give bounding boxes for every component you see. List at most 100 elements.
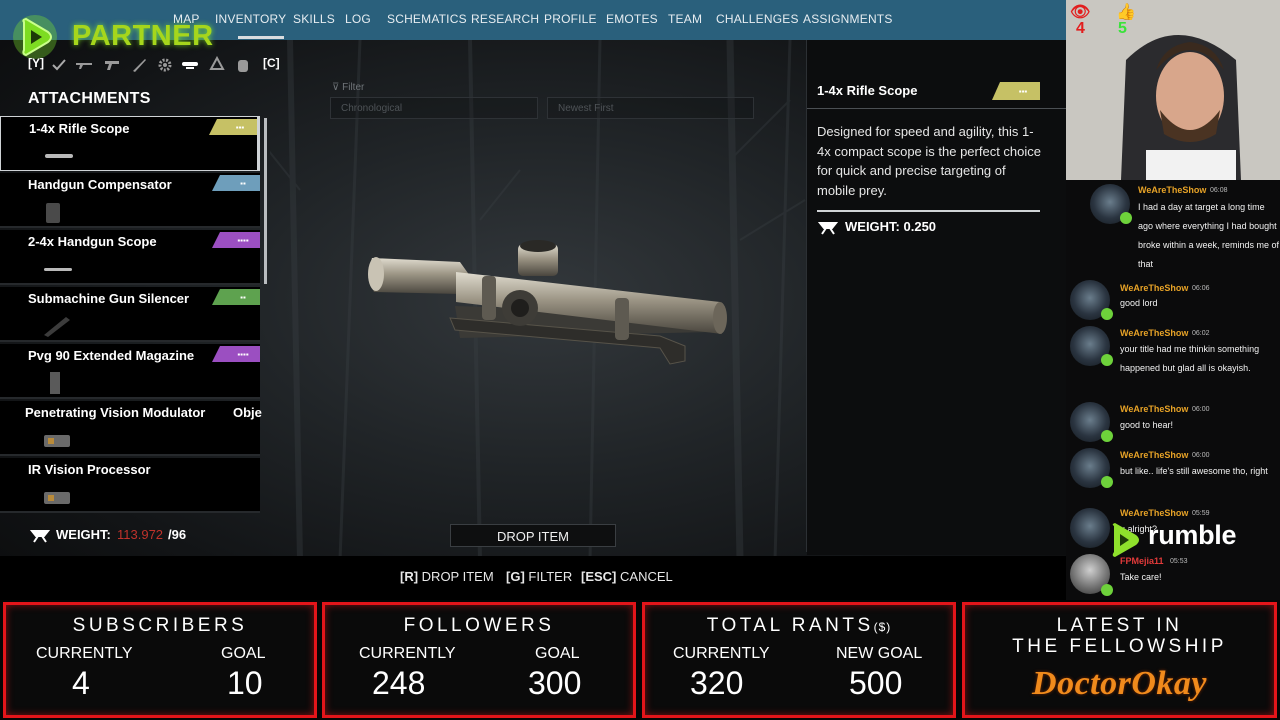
- rants-panel: TOTAL RANTS($) CURRENTLY NEW GOAL 320 50…: [642, 602, 956, 718]
- svg-text:▪▪▪: ▪▪▪: [236, 123, 245, 132]
- panel-title: TOTAL RANTS($): [645, 615, 953, 637]
- item-name: 2-4x Handgun Scope: [28, 234, 157, 249]
- chat-message: WeAreTheShow 06:08 I had a day at target…: [1066, 182, 1280, 278]
- chat-user: WeAreTheShow: [1120, 404, 1189, 414]
- weight-current: 113.972: [117, 527, 164, 542]
- game-view: MAP INVENTORY SKILLS LOG SCHEMATICS RESE…: [0, 0, 1066, 600]
- hint-label: DROP ITEM: [421, 569, 494, 584]
- goal-value: 300: [528, 665, 582, 701]
- item-name: 1-4x Rifle Scope: [29, 121, 130, 136]
- rumble-badge-icon: [1101, 308, 1113, 320]
- item-detail-panel: 1-4x Rifle Scope ▪▪▪ Designed for speed …: [807, 40, 1066, 555]
- svg-text:▪▪▪▪: ▪▪▪▪: [237, 350, 249, 359]
- streamer-image: [1066, 0, 1280, 180]
- current-label: CURRENTLY: [36, 645, 133, 662]
- list-item-handgun-compensator[interactable]: Handgun Compensator ▪▪: [0, 173, 260, 228]
- list-item-handgun-scope[interactable]: 2-4x Handgun Scope ▪▪▪▪: [0, 230, 260, 285]
- nav-log[interactable]: LOG: [345, 12, 371, 26]
- drop-item-button[interactable]: DROP ITEM: [450, 524, 616, 547]
- list-item-smg-silencer[interactable]: Submachine Gun Silencer ▪▪: [0, 287, 260, 342]
- rifle-icon[interactable]: [75, 56, 93, 74]
- rumble-badge-icon: [1120, 212, 1132, 224]
- chat-user: WeAreTheShow: [1138, 185, 1207, 195]
- stream-sidebar: 👁 4 👍 5 WeAreTheShow 06:08 I had a day a…: [1066, 0, 1280, 600]
- nav-schematics[interactable]: SCHEMATICS: [387, 12, 467, 26]
- item-extra-label: Obje: [233, 405, 262, 420]
- rarity-tag: ▪▪▪▪: [212, 232, 260, 248]
- rumble-badge-icon: [1101, 354, 1113, 366]
- chat-user: WeAreTheShow: [1120, 328, 1189, 338]
- chat-text: good to hear!: [1120, 420, 1174, 430]
- panel-title-unit: ($): [873, 620, 892, 634]
- pistol-icon[interactable]: [103, 56, 121, 74]
- goal-label: NEW GOAL: [836, 645, 923, 662]
- chat-text: good lord: [1120, 298, 1158, 308]
- prev-category-key[interactable]: [Y]: [28, 56, 44, 76]
- nav-emotes[interactable]: EMOTES: [606, 12, 658, 26]
- check-icon[interactable]: [50, 56, 68, 74]
- sort-select[interactable]: Chronological: [330, 97, 538, 119]
- next-category-key[interactable]: [C]: [263, 56, 280, 76]
- panel-title: FOLLOWERS: [403, 615, 555, 636]
- backpack-icon[interactable]: [234, 56, 252, 74]
- rumble-badge-icon: [1101, 430, 1113, 442]
- filter-label-text: Filter: [342, 82, 365, 93]
- list-item-rifle-scope[interactable]: 1-4x Rifle Scope ▪▪▪: [0, 116, 260, 171]
- nav-profile[interactable]: PROFILE: [544, 12, 597, 26]
- viewers-icon: 👁: [1070, 4, 1091, 21]
- item-name: Pvg 90 Extended Magazine: [28, 348, 195, 363]
- list-item-extended-magazine[interactable]: Pvg 90 Extended Magazine ▪▪▪▪: [0, 344, 260, 399]
- svg-text:▪▪: ▪▪: [240, 293, 246, 302]
- rarity-tag: ▪▪: [212, 175, 260, 191]
- current-label: CURRENTLY: [673, 645, 770, 662]
- rifle-scope-thumbnail: [45, 154, 73, 158]
- svg-text:▪▪▪▪: ▪▪▪▪: [237, 236, 249, 245]
- chat-user: WeAreTheShow: [1120, 508, 1189, 518]
- list-item-ir-processor[interactable]: IR Vision Processor: [0, 458, 260, 513]
- rumble-play-icon: [1112, 523, 1139, 557]
- nav-challenges[interactable]: CHALLENGES: [716, 12, 799, 26]
- goal-label: GOAL: [535, 645, 580, 662]
- chat-message: WeAreTheShow 06:02 your title had me thi…: [1066, 324, 1280, 400]
- scope-icon[interactable]: [181, 56, 199, 74]
- rarity-tag: ▪▪▪▪: [212, 346, 260, 362]
- nav-research[interactable]: RESEARCH: [471, 12, 539, 26]
- hint-drop[interactable]: [R] DROP ITEM: [400, 569, 494, 584]
- hint-key: [R]: [400, 569, 419, 584]
- chat-time: 06:08: [1210, 187, 1228, 194]
- gear-icon[interactable]: [156, 56, 174, 74]
- fellowship-panel: LATEST IN THE FELLOWSHIP DoctorOkay: [962, 602, 1277, 718]
- chat-text: but like.. life's still awesome tho, rig…: [1120, 466, 1268, 476]
- item-name: Handgun Compensator: [28, 177, 172, 192]
- weight-icon: [818, 222, 838, 235]
- webcam-feed: 👁 4 👍 5: [1066, 0, 1280, 180]
- nav-skills[interactable]: SKILLS: [293, 12, 335, 26]
- knife-icon[interactable]: [130, 56, 148, 74]
- list-item-vision-modulator[interactable]: Penetrating Vision Modulator Obje: [0, 401, 262, 456]
- followers-panel: FOLLOWERS CURRENTLY GOAL 248 300: [322, 602, 636, 718]
- recycle-icon[interactable]: [208, 55, 226, 74]
- hint-filter[interactable]: [G] FILTER: [506, 569, 572, 584]
- hint-cancel[interactable]: [ESC] CANCEL: [581, 569, 673, 584]
- magazine-thumbnail: [50, 372, 60, 394]
- rumble-wordmark: rumble: [1148, 520, 1237, 550]
- goal-label: GOAL: [221, 645, 266, 662]
- current-value: 248: [372, 665, 426, 701]
- chat-time: 05:59: [1192, 510, 1210, 517]
- item-name: Penetrating Vision Modulator: [25, 405, 206, 420]
- compensator-thumbnail: [46, 203, 60, 223]
- fellowship-name: DoctorOkay: [1032, 665, 1207, 702]
- goal-value: 10: [227, 665, 263, 701]
- silencer-thumbnail: [44, 317, 70, 337]
- chat-message: WeAreTheShow 06:06 good lord: [1066, 278, 1280, 324]
- nav-team[interactable]: TEAM: [668, 12, 702, 26]
- weight-icon: [30, 530, 50, 543]
- nav-assignments[interactable]: ASSIGNMENTS: [803, 12, 893, 26]
- list-scrollbar[interactable]: [264, 118, 267, 284]
- panel-subtitle: THE FELLOWSHIP: [1012, 636, 1227, 657]
- rifle-scope-model[interactable]: [360, 236, 740, 386]
- order-select[interactable]: Newest First: [547, 97, 754, 119]
- hint-label: CANCEL: [620, 569, 673, 584]
- menu-underline: [238, 36, 284, 39]
- stream-stats-bar: SUBSCRIBERS CURRENTLY GOAL 4 10 FOLLOWER…: [0, 600, 1280, 720]
